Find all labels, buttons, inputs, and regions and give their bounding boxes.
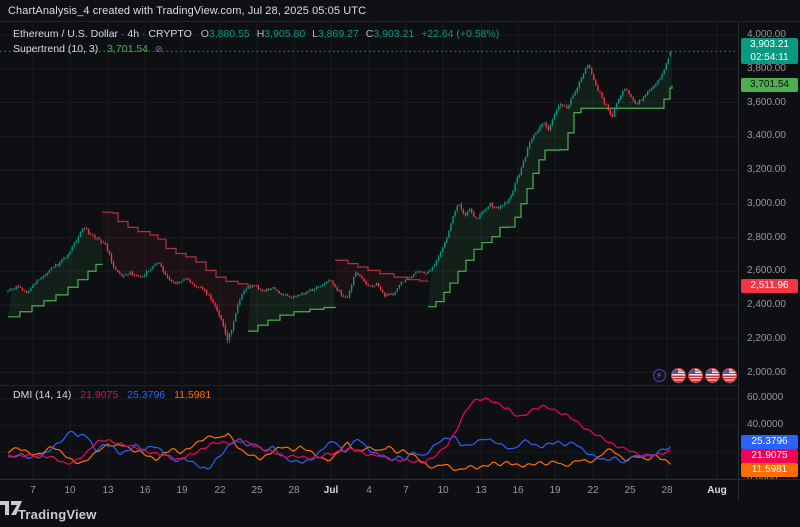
price-axis[interactable]: 4,000.003,800.003,600.003,400.003,200.00… xyxy=(738,22,800,501)
dmi-plus-di-badge: 25.3796 xyxy=(741,435,798,449)
change-value: +22.64 (+0.58%) xyxy=(421,28,499,40)
title-bar: ChartAnalysis_4 created with TradingView… xyxy=(0,0,800,22)
legend-separator: · xyxy=(121,28,125,40)
flag-canton xyxy=(689,369,696,375)
time-tick-label: 28 xyxy=(288,485,299,496)
dmi-legend-row[interactable]: DMI (14, 14) 21.9075 25.3796 11.5981 xyxy=(13,389,211,401)
dmi-minus-di-badge: 11.5981 xyxy=(741,463,798,477)
us-flag-event-icon[interactable] xyxy=(688,368,703,383)
candles-layer xyxy=(7,51,671,343)
tradingview-logo-text: TradingView xyxy=(18,507,97,522)
time-tick-label: 19 xyxy=(549,485,560,496)
dmi-tick-label: 60.0000 xyxy=(747,392,783,403)
symbol-legend-row[interactable]: Ethereum / U.S. Dollar · 4h · CRYPTO O3,… xyxy=(13,28,499,40)
price-tick-label: 2,600.00 xyxy=(747,265,786,276)
time-tick-label: Jul xyxy=(324,485,338,496)
supertrend-name: Supertrend (10, 3) xyxy=(13,43,98,55)
lightning-event-icon[interactable]: ⚡ xyxy=(653,369,666,382)
time-axis[interactable]: 7 10 13 16 19 22 25 28 Jul 4 7 10 13 16 19 22 25 28 Aug xyxy=(0,479,800,502)
last-price-countdown: 02:54:11 xyxy=(741,51,798,64)
ohlc-open-label: O xyxy=(201,28,209,40)
ohlc-close-value: 3,903.21 xyxy=(373,28,414,40)
us-flag-event-icon[interactable] xyxy=(722,368,737,383)
flag-canton xyxy=(723,369,730,375)
price-tick-label: 3,200.00 xyxy=(747,164,786,175)
price-tick-label: 3,400.00 xyxy=(747,130,786,141)
footer-bar: TradingView xyxy=(0,501,800,527)
price-tick-label: 2,400.00 xyxy=(747,299,786,310)
last-price-badge: 3,903.21 02:54:11 xyxy=(741,38,798,64)
flag-canton xyxy=(706,369,713,375)
time-tick-label: 25 xyxy=(624,485,635,496)
dmi-adx-line xyxy=(8,398,671,464)
time-tick-label: 22 xyxy=(214,485,225,496)
time-tick-label: 4 xyxy=(366,485,372,496)
dmi-plus-di-value: 25.3796 xyxy=(127,389,165,401)
flag-canton xyxy=(672,369,679,375)
symbol-interval: 4h xyxy=(127,28,139,40)
supertrend-price-badge: 3,701.54 xyxy=(741,78,798,92)
time-tick-label: 13 xyxy=(102,485,113,496)
legend-separator: · xyxy=(142,28,146,40)
price-tick-label: 2,000.00 xyxy=(747,367,786,378)
time-tick-label: 7 xyxy=(403,485,409,496)
time-tick-label: 25 xyxy=(251,485,262,496)
time-tick-label: 10 xyxy=(437,485,448,496)
supertrend-status-icon: ⊘ xyxy=(155,44,163,54)
dmi-minus-di-value: 11.5981 xyxy=(174,389,211,401)
dmi-name: DMI (14, 14) xyxy=(13,389,71,401)
time-tick-label: 13 xyxy=(475,485,486,496)
price-tick-label: 2,800.00 xyxy=(747,232,786,243)
time-tick-label: 16 xyxy=(512,485,523,496)
time-tick-label: 28 xyxy=(661,485,672,496)
price-tick-label: 3,800.00 xyxy=(747,63,786,74)
level-price-badge: 2,511.96 xyxy=(741,279,798,293)
symbol-name: Ethereum / U.S. Dollar xyxy=(13,28,118,40)
ohlc-low-value: 3,869.27 xyxy=(318,28,359,40)
time-tick-label: 10 xyxy=(64,485,75,496)
dmi-adx-badge: 21.9075 xyxy=(741,449,798,463)
time-tick-label: Aug xyxy=(707,485,726,496)
main-gridlines xyxy=(0,22,738,384)
title-bar-text: ChartAnalysis_4 created with TradingView… xyxy=(0,5,366,17)
tradingview-logo-icon xyxy=(0,501,22,515)
supertrend-value: 3,701.54 xyxy=(107,43,148,55)
tradingview-logo[interactable]: TradingView xyxy=(18,507,97,522)
price-tick-label: 2,200.00 xyxy=(747,333,786,344)
ohlc-high-value: 3,905.80 xyxy=(264,28,305,40)
ohlc-open-value: 3,880.55 xyxy=(209,28,250,40)
dmi-tick-label: 40.0000 xyxy=(747,419,783,430)
supertrend-legend-row[interactable]: Supertrend (10, 3) 3,701.54 ⊘ xyxy=(13,43,162,55)
price-tick-label: 3,600.00 xyxy=(747,97,786,108)
time-tick-label: 16 xyxy=(139,485,150,496)
price-tick-label: 3,000.00 xyxy=(747,198,786,209)
time-tick-label: 7 xyxy=(30,485,36,496)
main-chart-pane[interactable]: ⚡ xyxy=(0,22,738,384)
dmi-adx-value: 21.9075 xyxy=(80,389,118,401)
us-flag-event-icon[interactable] xyxy=(671,368,686,383)
us-flag-event-icon[interactable] xyxy=(705,368,720,383)
symbol-exchange: CRYPTO xyxy=(148,28,191,40)
main-chart-canvas xyxy=(0,22,738,384)
last-price-value: 3,903.21 xyxy=(741,38,798,51)
time-tick-label: 19 xyxy=(176,485,187,496)
time-tick-label: 22 xyxy=(587,485,598,496)
